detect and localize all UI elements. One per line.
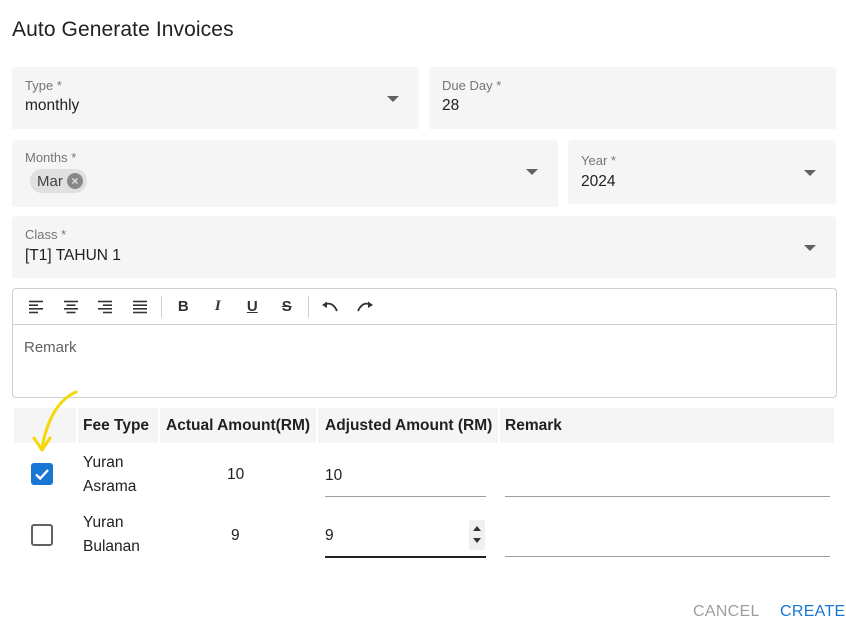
create-button[interactable]: CREATE [780,603,846,621]
input-underline [505,496,830,497]
align-justify-icon[interactable] [123,292,158,322]
undo-icon[interactable] [313,292,348,322]
align-right-icon[interactable] [88,292,123,322]
bold-icon[interactable]: B [166,292,201,322]
months-select[interactable]: Months * Mar × [12,140,558,207]
type-label: Type * [25,78,62,93]
input-underline-focused [325,556,486,558]
months-label: Months * [25,150,77,165]
month-chip: Mar × [30,169,87,193]
col-adjusted-amount: Adjusted Amount (RM) [325,417,493,434]
spin-up-icon[interactable] [473,526,481,531]
row-checkbox-unchecked[interactable] [31,524,53,546]
adjusted-amount-input[interactable]: 9 [325,527,334,545]
fee-type-line: Yuran [83,514,124,531]
column-divider [158,408,160,443]
input-underline [325,496,486,497]
chevron-down-icon [526,169,538,175]
fee-type-cell: Yuran Asrama [83,451,153,499]
check-icon [35,469,49,481]
month-chip-label: Mar [37,172,63,190]
italic-icon[interactable]: I [201,292,236,322]
adjusted-amount-input[interactable]: 10 [325,467,342,485]
due-day-value: 28 [442,97,460,114]
annotation-arrow-icon [32,390,78,452]
spin-down-icon[interactable] [473,538,481,543]
chip-remove-icon[interactable]: × [66,173,83,189]
align-left-icon[interactable] [19,292,54,322]
year-value: 2024 [581,173,616,190]
class-value: [T1] TAHUN 1 [25,247,121,264]
class-select[interactable]: Class * [T1] TAHUN 1 [12,216,836,278]
fee-type-cell: Yuran Bulanan [83,511,153,559]
class-label: Class * [25,227,67,242]
input-underline [505,556,830,557]
column-divider [316,408,318,443]
redo-icon[interactable] [348,292,383,322]
col-actual-amount: Actual Amount(RM) [166,417,311,434]
col-remark: Remark [505,417,562,434]
toolbar-divider [161,295,162,318]
dialog-title: Auto Generate Invoices [12,18,234,41]
toolbar-divider [308,295,309,318]
cancel-button[interactable]: CANCEL [693,603,760,621]
column-divider [498,408,500,443]
remark-editor: B I U S Remark [12,288,837,398]
due-day-field[interactable]: Due Day * 28 [429,67,836,129]
strikethrough-icon[interactable]: S [270,292,305,322]
fee-type-line: Bulanan [83,538,140,555]
row-checkbox-checked[interactable] [31,463,53,485]
year-select[interactable]: Year * 2024 [568,140,836,204]
type-select[interactable]: Type * monthly [12,67,419,129]
chevron-down-icon [804,245,816,251]
type-value: monthly [25,97,80,114]
number-spinner[interactable] [469,520,485,550]
chevron-down-icon [804,170,816,176]
fees-table-header: Fee Type Actual Amount(RM) Adjusted Amou… [14,408,834,443]
year-label: Year * [581,153,616,168]
editor-toolbar: B I U S [13,289,836,325]
due-day-label: Due Day * [442,78,502,93]
fee-type-line: Yuran [83,454,124,471]
chevron-down-icon [387,96,399,102]
actual-amount-cell: 9 [231,527,240,544]
remark-input[interactable]: Remark [24,339,77,356]
align-center-icon[interactable] [54,292,89,322]
col-fee-type: Fee Type [83,417,150,434]
actual-amount-cell: 10 [227,466,245,483]
underline-icon[interactable]: U [235,292,270,322]
fee-type-line: Asrama [83,478,137,495]
